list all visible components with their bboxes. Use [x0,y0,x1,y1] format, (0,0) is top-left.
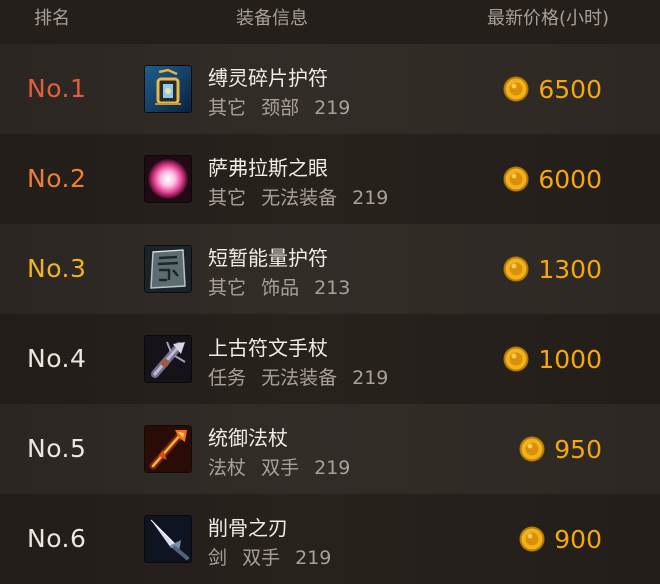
price-value: 900 [554,524,602,554]
rune-tablet-icon[interactable] [145,246,191,292]
price-value: 6000 [538,164,602,194]
item-slot: 饰品 [261,277,300,299]
item-name[interactable]: 短暂能量护符 [208,242,328,271]
table-row[interactable]: No.3 短暂能量护符 其它 饰品 213 1300 [0,224,660,314]
item-slot: 双手 [261,457,300,479]
item-level: 213 [314,277,351,299]
price-column-header: 最新价格(小时) [487,8,610,29]
rank-label: No.6 [27,524,87,553]
item-slot: 颈部 [261,97,300,119]
item-meta: 其它 无法装备 219 [208,183,388,210]
item-level: 219 [314,457,351,479]
rank-column-header: 排名 [34,8,70,29]
item-name[interactable]: 上古符文手杖 [208,332,328,361]
glowing-orb-icon[interactable] [145,156,191,202]
item-level: 219 [295,547,332,569]
item-meta: 任务 无法装备 219 [208,363,388,390]
gold-coin-icon [519,526,545,552]
price-cell: 6500 [503,44,602,134]
item-type: 其它 [208,277,247,299]
price-cell: 900 [519,494,602,584]
price-value: 6500 [538,74,602,104]
table-row[interactable]: No.4 上古符文手杖 任务 无法装备 219 1000 [0,314,660,404]
table-row[interactable]: No.2 萨弗拉斯之眼 其它 无法装备 219 6000 [0,134,660,224]
item-type: 其它 [208,187,247,209]
bone-blade-icon[interactable] [145,516,191,562]
gold-coin-icon [503,346,529,372]
item-name[interactable]: 统御法杖 [208,422,288,451]
price-value: 950 [554,434,602,464]
item-type: 剑 [208,547,228,569]
item-slot: 无法装备 [261,367,338,389]
table-row[interactable]: No.6 削骨之刃 剑 双手 219 900 [0,494,660,584]
table-header: 排名 装备信息 最新价格(小时) [0,0,660,44]
item-meta: 其它 颈部 219 [208,93,350,120]
rank-label: No.1 [27,74,87,103]
item-name[interactable]: 削骨之刃 [208,512,288,541]
price-cell: 1300 [503,224,602,314]
gold-coin-icon [503,256,529,282]
gold-coin-icon [519,436,545,462]
item-name[interactable]: 萨弗拉斯之眼 [208,152,328,181]
rank-label: No.5 [27,434,87,463]
price-cell: 1000 [503,314,602,404]
item-meta: 其它 饰品 213 [208,273,350,300]
price-value: 1000 [538,344,602,374]
item-type: 其它 [208,97,247,119]
item-name[interactable]: 缚灵碎片护符 [208,62,328,91]
item-type: 法杖 [208,457,247,479]
item-level: 219 [314,97,351,119]
table-row[interactable]: No.5 统御法杖 法杖 双手 219 950 [0,404,660,494]
rank-label: No.2 [27,164,87,193]
item-slot: 双手 [242,547,281,569]
fire-staff-icon[interactable] [145,426,191,472]
item-level: 219 [352,187,389,209]
price-cell: 6000 [503,134,602,224]
item-slot: 无法装备 [261,187,338,209]
item-meta: 法杖 双手 219 [208,453,350,480]
rank-label: No.3 [27,254,87,283]
gold-coin-icon [503,166,529,192]
price-cell: 950 [519,404,602,494]
rune-staff-icon[interactable] [145,336,191,382]
gold-coin-icon [503,76,529,102]
item-meta: 剑 双手 219 [208,543,331,570]
item-level: 219 [352,367,389,389]
item-type: 任务 [208,367,247,389]
price-value: 1300 [538,254,602,284]
amulet-icon[interactable] [145,66,191,112]
table-row[interactable]: No.1 缚灵碎片护符 其它 颈部 219 6500 [0,44,660,134]
ranking-board: 排名 装备信息 最新价格(小时) No.1 缚灵碎片护符 其它 颈部 219 6… [0,0,660,584]
info-column-header: 装备信息 [236,8,308,29]
rank-label: No.4 [27,344,87,373]
